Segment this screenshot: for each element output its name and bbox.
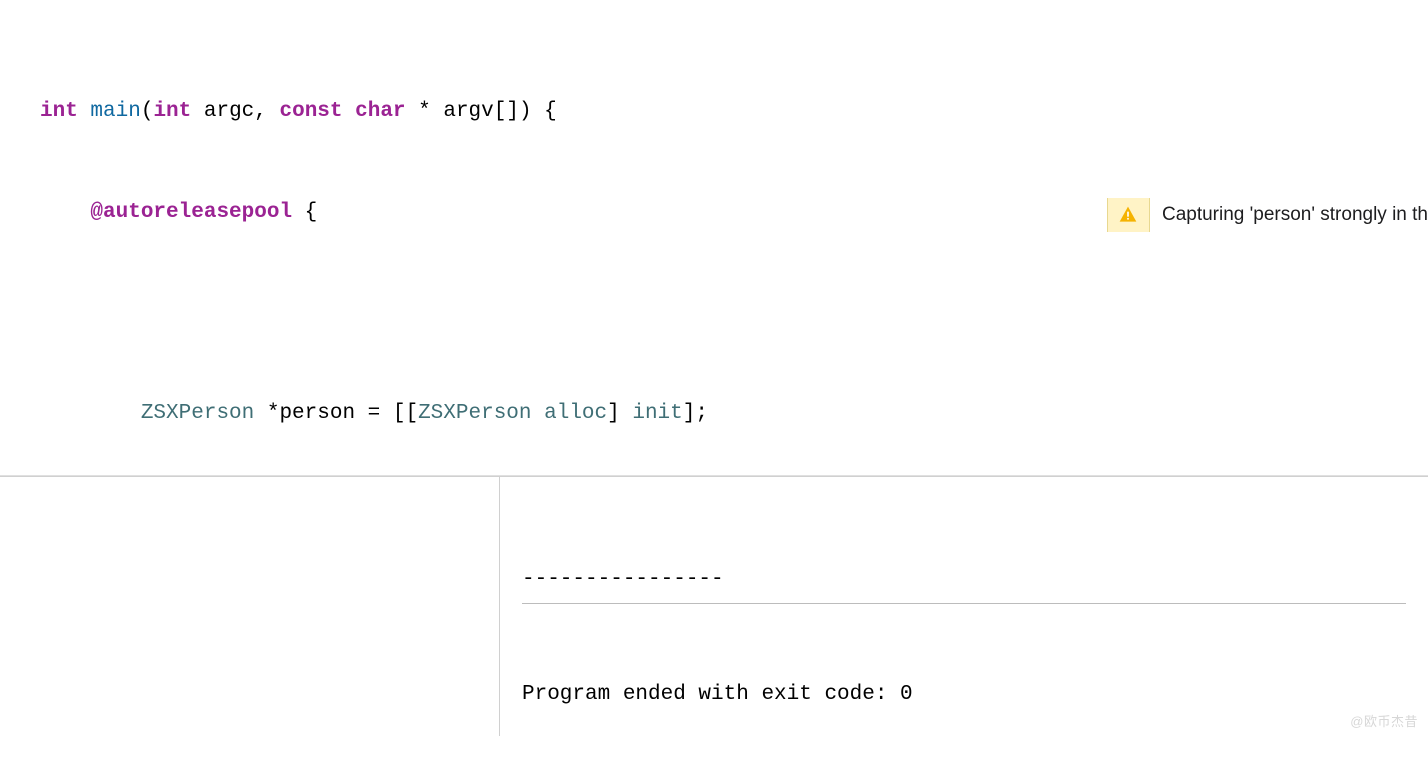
code-line: ZSXPerson *person = [[ZSXPerson alloc] i… bbox=[40, 397, 1428, 431]
code-line: int main(int argc, const char * argv[]) … bbox=[40, 95, 1428, 129]
keyword-char: char bbox=[355, 100, 405, 123]
keyword-int: int bbox=[40, 100, 78, 123]
keyword-int: int bbox=[153, 100, 191, 123]
warning-text: Capturing 'person' strongly in th bbox=[1149, 198, 1428, 232]
debug-area: ---------------- Program ended with exit… bbox=[0, 476, 1428, 736]
selector-alloc: alloc bbox=[544, 402, 607, 425]
code-line bbox=[40, 296, 1428, 330]
keyword-autoreleasepool: @autoreleasepool bbox=[90, 201, 292, 224]
warning-icon bbox=[1107, 198, 1149, 232]
source-editor[interactable]: int main(int argc, const char * argv[]) … bbox=[0, 0, 1428, 476]
warning-banner[interactable]: Capturing 'person' strongly in th bbox=[1107, 198, 1428, 232]
function-main: main bbox=[90, 100, 140, 123]
selector-init: init bbox=[632, 402, 682, 425]
console-line: ---------------- bbox=[522, 563, 1406, 604]
console-output[interactable]: ---------------- Program ended with exit… bbox=[500, 477, 1428, 736]
code-area: int main(int argc, const char * argv[]) … bbox=[0, 0, 1428, 476]
type-zsxperson: ZSXPerson bbox=[141, 402, 254, 425]
console-exit-line: Program ended with exit code: 0 bbox=[522, 678, 1406, 712]
keyword-const: const bbox=[279, 100, 342, 123]
variables-view[interactable] bbox=[0, 477, 500, 736]
watermark: @欧币杰昔 bbox=[1350, 711, 1418, 730]
